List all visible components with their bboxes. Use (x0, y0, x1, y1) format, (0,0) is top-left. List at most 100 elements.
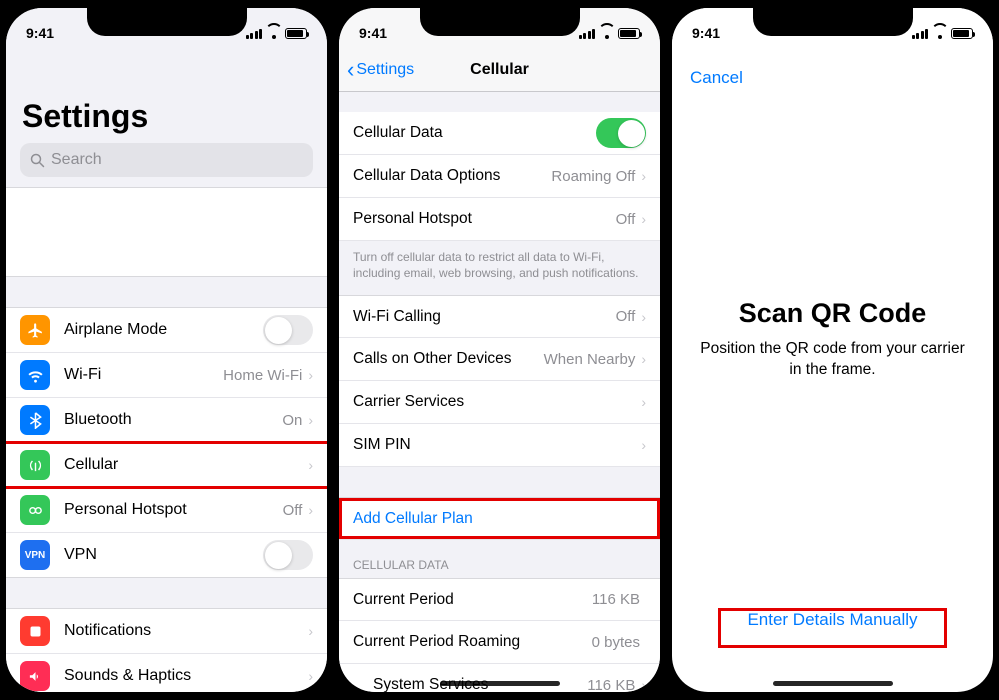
vpn-toggle[interactable] (263, 540, 313, 570)
row-notifications[interactable]: Notifications › (6, 609, 327, 654)
airplane-label: Airplane Mode (64, 321, 263, 339)
chevron-right-icon: › (308, 412, 313, 428)
current-period-label: Current Period (353, 591, 592, 609)
wifi-calling-value: Off (616, 308, 636, 325)
signal-icon (246, 28, 263, 39)
row-airplane-mode[interactable]: Airplane Mode (6, 308, 327, 353)
roaming-label: Current Period Roaming (353, 633, 592, 651)
cell-opts-label: Cellular Data Options (353, 167, 551, 185)
row-wifi-calling[interactable]: Wi-Fi Calling Off › (339, 295, 660, 338)
search-placeholder: Search (51, 151, 102, 169)
signal-icon (579, 28, 596, 39)
chevron-right-icon: › (641, 677, 646, 692)
qr-title: Scan QR Code (672, 298, 993, 329)
add-plan-label: Add Cellular Plan (353, 510, 646, 528)
row-system-services[interactable]: System Services 116 KB › (339, 664, 660, 692)
status-indicators (579, 28, 641, 39)
row-cellular[interactable]: Cellular › (6, 443, 327, 488)
bluetooth-label: Bluetooth (64, 411, 282, 429)
row-calls-other-devices[interactable]: Calls on Other Devices When Nearby › (339, 338, 660, 381)
search-input[interactable]: Search (20, 143, 313, 177)
search-icon (30, 153, 45, 168)
row-hotspot[interactable]: Personal Hotspot Off › (6, 488, 327, 533)
wifi-icon (20, 360, 50, 390)
cell-opts-value: Roaming Off (551, 168, 635, 185)
section-footer: Turn off cellular data to restrict all d… (339, 241, 660, 295)
row-bluetooth[interactable]: Bluetooth On › (6, 398, 327, 443)
cellular-data-label: Cellular Data (353, 124, 596, 142)
chevron-right-icon: › (641, 351, 646, 367)
chevron-right-icon: › (641, 309, 646, 325)
wifi-icon (932, 28, 947, 39)
row-current-period[interactable]: Current Period 116 KB (339, 578, 660, 621)
row-cellular-data[interactable]: Cellular Data (339, 112, 660, 155)
battery-icon (285, 28, 307, 39)
section-header-cellular-data: CELLULAR DATA (339, 540, 660, 578)
airplane-toggle[interactable] (263, 315, 313, 345)
airplane-icon (20, 315, 50, 345)
carrier-label: Carrier Services (353, 393, 641, 411)
back-label: Settings (356, 61, 414, 79)
navbar: ‹ Settings Cellular (339, 48, 660, 92)
current-period-value: 116 KB (592, 591, 640, 608)
row-wifi[interactable]: Wi-Fi Home Wi-Fi › (6, 353, 327, 398)
page-title: Settings (6, 48, 327, 143)
home-indicator[interactable] (440, 681, 560, 686)
notch (420, 8, 580, 36)
bluetooth-value: On (282, 412, 302, 429)
page-title: Cellular (470, 61, 529, 79)
back-button[interactable]: ‹ Settings (347, 48, 414, 91)
chevron-right-icon: › (308, 367, 313, 383)
row-personal-hotspot[interactable]: Personal Hotspot Off › (339, 198, 660, 241)
chevron-left-icon: ‹ (347, 57, 354, 83)
roaming-value: 0 bytes (592, 634, 640, 651)
cellular-data-toggle[interactable] (596, 118, 646, 148)
row-add-cellular-plan[interactable]: Add Cellular Plan (339, 497, 660, 540)
notifications-icon (20, 616, 50, 646)
sounds-icon (20, 661, 50, 691)
highlight-box (718, 608, 947, 648)
other-devices-label: Calls on Other Devices (353, 350, 544, 368)
row-vpn[interactable]: VPN VPN (6, 533, 327, 578)
row-carrier-services[interactable]: Carrier Services › (339, 381, 660, 424)
wifi-icon (266, 28, 281, 39)
signal-icon (912, 28, 929, 39)
simpin-label: SIM PIN (353, 436, 641, 454)
chevron-right-icon: › (641, 168, 646, 184)
row-current-period-roaming[interactable]: Current Period Roaming 0 bytes (339, 621, 660, 664)
vpn-icon: VPN (20, 540, 50, 570)
sounds-label: Sounds & Haptics (64, 667, 308, 685)
chevron-right-icon: › (641, 211, 646, 227)
chevron-right-icon: › (641, 394, 646, 410)
notifications-label: Notifications (64, 622, 308, 640)
status-time: 9:41 (26, 25, 76, 41)
hotspot-label: Personal Hotspot (64, 501, 283, 519)
qr-subtitle: Position the QR code from your carrier i… (672, 329, 993, 381)
battery-icon (951, 28, 973, 39)
notch (753, 8, 913, 36)
row-sim-pin[interactable]: SIM PIN › (339, 424, 660, 467)
cellular-icon (20, 450, 50, 480)
notch (87, 8, 247, 36)
status-time: 9:41 (692, 25, 742, 41)
chevron-right-icon: › (308, 623, 313, 639)
cellular-label: Cellular (64, 456, 308, 474)
status-indicators (912, 28, 974, 39)
other-devices-value: When Nearby (544, 351, 636, 368)
status-time: 9:41 (359, 25, 409, 41)
hotspot-value: Off (616, 211, 636, 228)
status-indicators (246, 28, 308, 39)
home-indicator[interactable] (773, 681, 893, 686)
row-cellular-data-options[interactable]: Cellular Data Options Roaming Off › (339, 155, 660, 198)
vpn-label: VPN (64, 546, 263, 564)
hotspot-label: Personal Hotspot (353, 210, 616, 228)
chevron-right-icon: › (308, 668, 313, 684)
wifi-value: Home Wi-Fi (223, 367, 302, 384)
chevron-right-icon: › (308, 502, 313, 518)
system-services-value: 116 KB (587, 677, 635, 692)
hotspot-value: Off (283, 502, 303, 519)
row-sounds[interactable]: Sounds & Haptics › (6, 654, 327, 692)
wifi-label: Wi-Fi (64, 366, 223, 384)
bluetooth-icon (20, 405, 50, 435)
cancel-button[interactable]: Cancel (672, 48, 993, 88)
